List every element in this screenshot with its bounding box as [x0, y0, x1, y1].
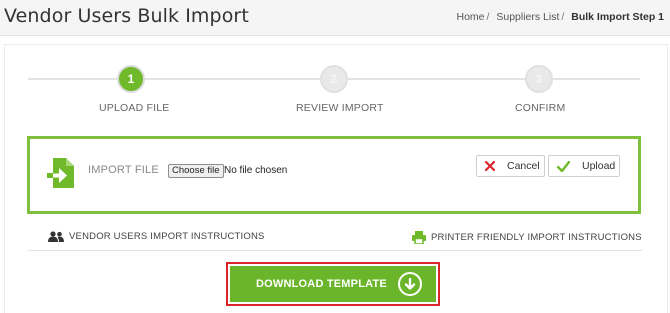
vendor-users-instructions-label: VENDOR USERS IMPORT INSTRUCTIONS: [69, 231, 265, 242]
breadcrumb: Home / Suppliers List / Bulk Import Step 1: [457, 11, 665, 23]
breadcrumb-separator: /: [486, 11, 490, 23]
step-2-label: REVIEW IMPORT: [296, 102, 384, 114]
printer-friendly-instructions-label: PRINTER FRIENDLY IMPORT INSTRUCTIONS: [431, 232, 642, 243]
download-arrow-icon: [398, 272, 422, 296]
step-1-circle[interactable]: 1: [117, 65, 145, 93]
file-import-icon: [47, 158, 74, 188]
download-template-button[interactable]: DOWNLOAD TEMPLATE: [230, 266, 436, 302]
no-file-chosen-text: No file chosen: [224, 165, 288, 176]
download-template-label: DOWNLOAD TEMPLATE: [256, 278, 387, 290]
breadcrumb-home[interactable]: Home: [457, 11, 485, 23]
x-icon: [485, 158, 495, 174]
vendor-users-instructions-link[interactable]: VENDOR USERS IMPORT INSTRUCTIONS: [48, 231, 265, 242]
breadcrumb-separator: /: [561, 11, 565, 23]
cancel-button[interactable]: Cancel: [476, 155, 545, 177]
step-1-label: UPLOAD FILE: [99, 102, 170, 114]
download-template-highlight: DOWNLOAD TEMPLATE: [226, 262, 440, 306]
step-2-circle[interactable]: 2: [320, 65, 348, 93]
upload-button[interactable]: Upload: [548, 155, 620, 177]
step-3-label: CONFIRM: [515, 102, 566, 114]
printer-friendly-instructions-link[interactable]: PRINTER FRIENDLY IMPORT INSTRUCTIONS: [412, 231, 642, 244]
page-title: Vendor Users Bulk Import: [4, 5, 249, 27]
check-icon: [557, 158, 570, 174]
upload-label: Upload: [582, 160, 616, 172]
divider: [28, 250, 642, 251]
choose-file-button[interactable]: Choose file: [168, 164, 224, 178]
step-3-circle[interactable]: 3: [525, 65, 553, 93]
cancel-label: Cancel: [507, 160, 540, 172]
import-file-label: IMPORT FILE: [88, 164, 159, 176]
breadcrumb-suppliers-list[interactable]: Suppliers List: [496, 11, 559, 23]
breadcrumb-current: Bulk Import Step 1: [571, 11, 664, 23]
page-header: Vendor Users Bulk Import Home / Suppliers…: [0, 0, 670, 36]
printer-icon: [412, 231, 426, 244]
users-icon: [48, 231, 64, 242]
